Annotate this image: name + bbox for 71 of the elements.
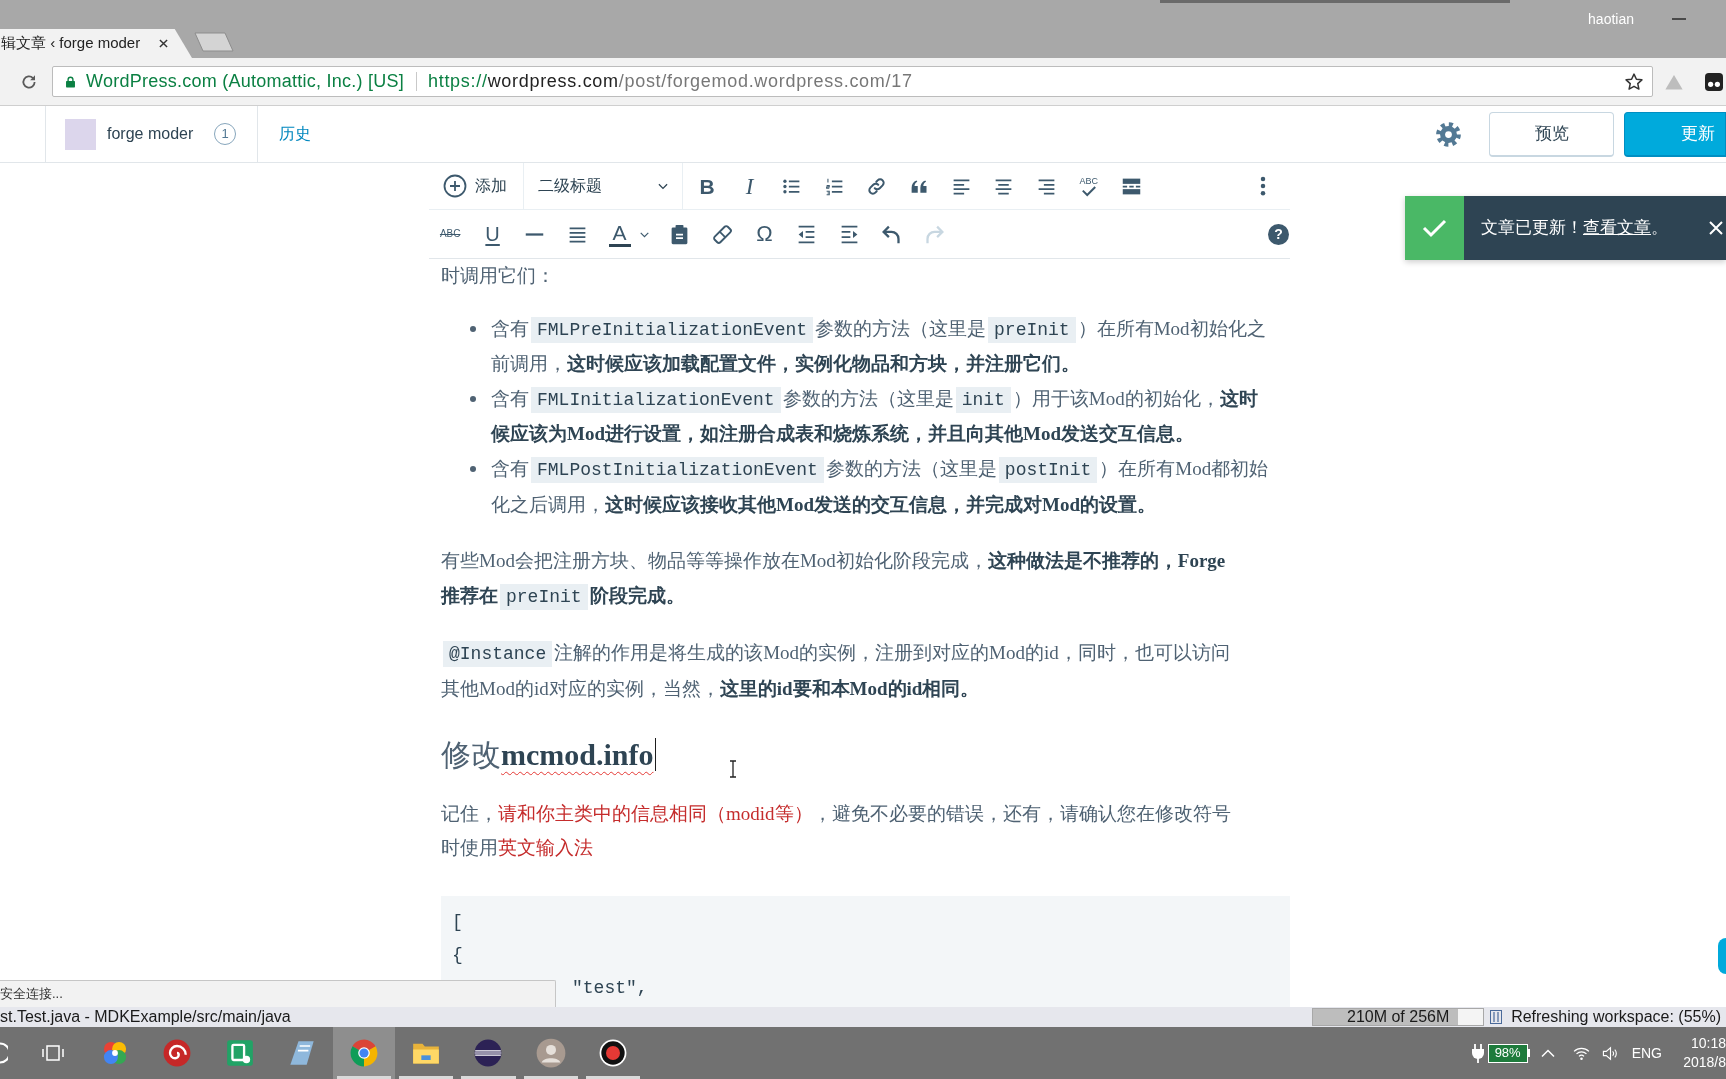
bold-button[interactable]: B <box>699 175 715 197</box>
history-link[interactable]: 历史 <box>279 122 311 146</box>
notepad-icon <box>287 1039 316 1067</box>
paragraph: 有些Mod会把注册方块、物品等等操作放在Mod初始化阶段完成，这种做法是不推荐的，Forge推荐在 preInit 阶段完成。 <box>441 544 1241 615</box>
extension-icon[interactable] <box>1705 72 1723 91</box>
settings-icon[interactable] <box>1435 120 1462 148</box>
paragraph: 记住，请和你主类中的信息相同（modid等），避免不必要的错误，还有，请确认您在修改符号时使用英文输入法 <box>441 801 1232 861</box>
list-item-text: 含有 FMLInitializationEvent 参数的方法（这里是 init ）用于该Mod的初始化，这时候应该为Mod进行设置，如注册合成表和烧炼系统，并且向其他Mod发送交互信息。 <box>491 385 1259 447</box>
job-status: Refreshing workspace: (55%) <box>1511 1009 1721 1025</box>
site-name[interactable]: forge moder <box>107 122 194 146</box>
browser-icon <box>350 1039 379 1067</box>
clock-button[interactable]: 10:18 2018/8 <box>1678 1034 1726 1072</box>
wifi-icon[interactable] <box>1572 1045 1590 1061</box>
reload-icon[interactable] <box>20 72 38 91</box>
link-icon[interactable] <box>866 175 888 197</box>
bullet-icon <box>470 466 476 473</box>
special-character-button[interactable]: Ω <box>756 223 773 245</box>
heap-usage: 210M of 256M <box>1347 1009 1450 1025</box>
spiral-icon <box>163 1039 192 1067</box>
site-image-placeholder <box>65 118 96 150</box>
spellcheck-button[interactable]: ABC <box>1079 175 1098 197</box>
list-item-text: 含有 FMLPreInitializationEvent 参数的方法（这里是 preInit ）在所有Mod初始化之前调用，这时候应该加载配置文件，实例化物品和方块，并注册它们。 <box>491 315 1267 377</box>
lock-icon <box>65 75 76 88</box>
ibeam-cursor-icon <box>729 760 737 778</box>
check-icon <box>1080 185 1097 197</box>
site-identity[interactable]: WordPress.com (Automattic, Inc.) [US] <box>86 68 404 95</box>
paragraph: 时调用它们： <box>441 264 556 288</box>
color-swatch-icon <box>608 243 631 247</box>
section-heading: 修改mcmod.info <box>441 736 654 773</box>
underline-button[interactable]: U <box>485 224 500 244</box>
speaker-icon[interactable] <box>1601 1045 1619 1061</box>
plus-circle-icon <box>443 174 467 198</box>
strikethrough-button[interactable]: ABC <box>439 229 461 239</box>
code-line: "test", <box>572 976 648 1000</box>
eraser-icon[interactable] <box>711 223 733 245</box>
add-block-button[interactable]: 添加 <box>443 174 507 198</box>
notice-message: 文章已更新！查看文章。 <box>1481 217 1668 240</box>
progress-bars-icon[interactable] <box>1490 1010 1503 1024</box>
check-icon <box>1405 196 1464 260</box>
address-bar[interactable]: WordPress.com (Automattic, Inc.) [US] https://wordpress.com/post/forgemod.wordpress.com/17 <box>52 66 1653 97</box>
close-icon[interactable] <box>159 39 168 48</box>
battery-status[interactable]: 98% <box>1487 1043 1530 1063</box>
ring-icon[interactable] <box>0 1041 8 1065</box>
undo-icon[interactable] <box>881 223 903 245</box>
status-bubble: 安全连接... <box>0 980 556 1007</box>
window-title: st.Test.java - MDKExample/src/main/java <box>0 1009 291 1025</box>
language-indicator[interactable]: ENG <box>1631 1042 1662 1064</box>
plug-icon[interactable] <box>1470 1043 1485 1063</box>
striped-globe-icon <box>474 1039 503 1067</box>
list-item-text: 含有 FMLPostInitializationEvent 参数的方法（这里是 postInit ）在所有Mod都初始化之后调用，这时候应该接收其他Mod发送的交互信息，并完成对Mod的设置。 <box>491 455 1270 517</box>
code-line: [ <box>452 910 463 934</box>
format-dropdown[interactable]: 二级标题 <box>524 163 682 210</box>
user-name: haotian <box>1588 10 1634 28</box>
text-color-button[interactable]: A <box>608 221 651 247</box>
italic-button[interactable]: I <box>745 174 754 198</box>
browser-tab[interactable]: 辑文章 ‹ forge moder <box>0 29 192 58</box>
bookmark-star-icon[interactable] <box>1624 71 1644 92</box>
help-button[interactable]: ? <box>1268 223 1289 245</box>
floating-help-button[interactable] <box>1718 938 1726 974</box>
code-line: { <box>452 943 463 967</box>
paragraph: @Instance 注解的作用是将生成的该Mod的实例，注册到对应的Mod的id，同时，也可以访问其他Mod的id对应的实例，当然，这里的id要和本Mod的id相同。 <box>441 640 1231 701</box>
view-post-link[interactable]: 查看文章 <box>1583 218 1651 238</box>
bullet-icon <box>470 325 476 332</box>
chevron-up-icon[interactable] <box>1540 1048 1555 1058</box>
avatar-icon <box>535 1038 566 1068</box>
folder-icon <box>412 1041 441 1065</box>
record-icon <box>598 1039 627 1067</box>
url-text: https://wordpress.com/post/forgemod.wordpress.com/17 <box>428 70 913 93</box>
preview-button[interactable]: 预览 <box>1489 111 1614 157</box>
bullet-icon <box>470 396 476 403</box>
tablet-icon <box>225 1039 254 1067</box>
